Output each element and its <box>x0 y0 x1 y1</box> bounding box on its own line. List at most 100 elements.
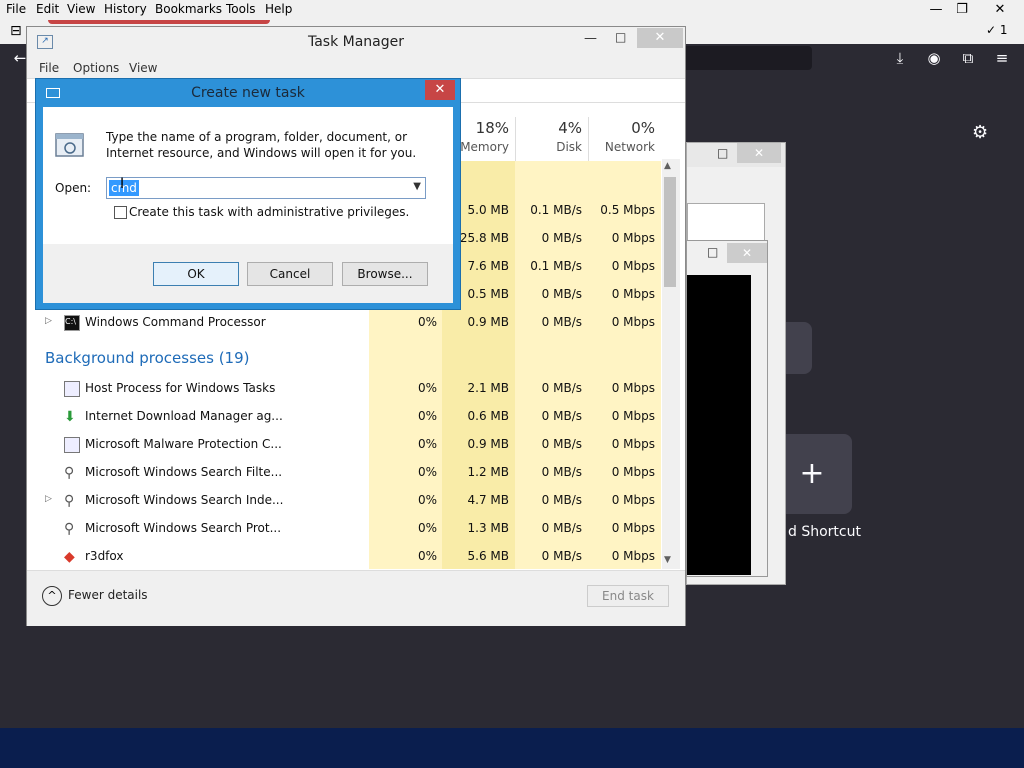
network-header-pct[interactable]: 0% <box>588 119 655 137</box>
download-icon[interactable]: ⤓ <box>888 46 912 70</box>
table-row[interactable]: ⬇ Internet Download Manager ag... 0% 0.6… <box>27 403 659 431</box>
end-task-button[interactable]: End task <box>587 585 669 607</box>
open-combobox[interactable]: cmd ▼ <box>106 177 426 199</box>
window-process-icon <box>64 381 80 397</box>
table-row[interactable]: ⚲ Microsoft Windows Search Filte... 0% 1… <box>27 459 659 487</box>
dialog-button-bar: OK Cancel Browse... <box>43 244 453 303</box>
disk-header-pct[interactable]: 4% <box>515 119 582 137</box>
chevron-down-icon[interactable]: ▼ <box>413 181 421 192</box>
close-icon[interactable]: ✕ <box>984 0 1016 20</box>
chevron-up-icon[interactable]: ^ <box>42 586 62 606</box>
background-window-titlebar: □ ✕ <box>687 143 785 167</box>
cpu-cell: 0% <box>417 381 437 395</box>
search-process-icon: ⚲ <box>64 465 75 481</box>
search-process-icon: ⚲ <box>64 521 75 537</box>
open-label: Open: <box>55 181 92 195</box>
tm-menu-view[interactable]: View <box>129 61 157 75</box>
table-row[interactable]: Microsoft Malware Protection C... 0% 0.9… <box>27 431 659 459</box>
table-row[interactable]: ▷ ⚲ Microsoft Windows Search Inde... 0% … <box>27 487 659 515</box>
create-new-task-dialog: Create new task ✕ Type the name of a pro… <box>35 78 461 310</box>
maximize-icon[interactable]: □ <box>615 30 626 44</box>
cpu-cell: 0% <box>417 549 437 563</box>
table-row[interactable]: Host Process for Windows Tasks 0% 2.1 MB… <box>27 375 659 403</box>
network-cell: 0 Mbps <box>611 493 655 507</box>
maximize-icon[interactable]: □ <box>707 245 718 259</box>
browse-button[interactable]: Browse... <box>342 262 428 286</box>
console-window[interactable]: □ ✕ <box>686 240 768 577</box>
menu-file[interactable]: File <box>6 2 26 16</box>
menu-edit[interactable]: Edit <box>36 2 59 16</box>
close-icon[interactable]: ✕ <box>637 28 683 48</box>
chevron-down-icon: ✓ <box>986 23 997 37</box>
taskbar-strip <box>0 728 1024 768</box>
table-row[interactable]: ⚲ Microsoft Windows Search Prot... 0% 1.… <box>27 515 659 543</box>
cpu-cell: 0% <box>417 465 437 479</box>
disk-cell: 0 MB/s <box>541 465 582 479</box>
background-processes-header[interactable]: Background processes (19) <box>45 349 250 367</box>
network-cell: 0 Mbps <box>611 287 655 301</box>
tab-count[interactable]: ✓ 1 <box>986 23 1008 37</box>
memory-cell: 0.9 MB <box>467 437 509 451</box>
disk-header-label[interactable]: Disk <box>515 140 582 154</box>
console-output <box>687 275 751 575</box>
disk-cell: 0 MB/s <box>541 231 582 245</box>
table-row[interactable]: ◆ r3dfox 0% 5.6 MB 0 MB/s 0 Mbps <box>27 543 659 571</box>
account-icon[interactable]: ◉ <box>922 46 946 70</box>
menu-view[interactable]: View <box>67 2 95 16</box>
process-name: Microsoft Malware Protection C... <box>85 437 282 451</box>
scroll-up-icon[interactable]: ▲ <box>664 161 671 171</box>
memory-cell: 4.7 MB <box>467 493 509 507</box>
tm-menu-options[interactable]: Options <box>73 61 119 75</box>
fewer-details-link[interactable]: Fewer details <box>68 588 148 602</box>
scrollbar-thumb[interactable] <box>664 177 676 287</box>
disk-cell: 0 MB/s <box>541 437 582 451</box>
text-cursor-icon: I <box>120 176 125 192</box>
memory-cell: 0.6 MB <box>467 409 509 423</box>
network-cell: 0 Mbps <box>611 549 655 563</box>
menu-help[interactable]: Help <box>265 2 292 16</box>
restore-icon[interactable]: ❐ <box>946 0 978 20</box>
close-icon[interactable]: ✕ <box>425 80 455 100</box>
admin-privileges-label[interactable]: Create this task with administrative pri… <box>129 205 409 219</box>
network-cell: 0 Mbps <box>611 381 655 395</box>
network-cell: 0 Mbps <box>611 231 655 245</box>
disk-cell: 0 MB/s <box>541 409 582 423</box>
menu-hamburger-icon[interactable]: ≡ <box>990 46 1014 70</box>
network-cell: 0 Mbps <box>611 315 655 329</box>
tm-menu-file[interactable]: File <box>39 61 59 75</box>
ok-button[interactable]: OK <box>153 262 239 286</box>
tab-list-icon[interactable]: ⊟ <box>10 23 22 39</box>
process-name: Internet Download Manager ag... <box>85 409 283 423</box>
admin-privileges-checkbox[interactable] <box>114 206 127 219</box>
network-cell: 0 Mbps <box>611 437 655 451</box>
maximize-icon[interactable]: □ <box>717 146 728 160</box>
background-window-input[interactable] <box>687 203 765 243</box>
table-row[interactable]: ▷ C:\ Windows Command Processor 0% 0.9 M… <box>27 309 659 337</box>
cpu-cell: 0% <box>417 493 437 507</box>
disk-cell: 0.1 MB/s <box>530 259 582 273</box>
cancel-button[interactable]: Cancel <box>247 262 333 286</box>
browser-fox-icon: ◆ <box>64 549 75 565</box>
dialog-titlebar: Create new task ✕ <box>36 79 460 107</box>
expand-arrow-icon[interactable]: ▷ <box>45 494 52 504</box>
minimize-icon[interactable]: — <box>584 31 597 46</box>
menu-tools[interactable]: Tools <box>226 2 256 16</box>
dialog-description: Type the name of a program, folder, docu… <box>106 130 417 160</box>
console-scrollbar[interactable] <box>753 275 767 575</box>
settings-gear-icon[interactable]: ⚙ <box>972 122 988 143</box>
menu-history[interactable]: History <box>104 2 147 16</box>
close-icon[interactable]: ✕ <box>727 243 767 263</box>
scroll-down-icon[interactable]: ▼ <box>664 555 671 565</box>
expand-arrow-icon[interactable]: ▷ <box>45 316 52 326</box>
close-icon[interactable]: ✕ <box>737 143 781 163</box>
network-cell: 0 Mbps <box>611 465 655 479</box>
process-list-scrollbar[interactable]: ▲ ▼ <box>662 159 680 569</box>
disk-cell: 0 MB/s <box>541 287 582 301</box>
menu-bookmarks[interactable]: Bookmarks <box>155 2 222 16</box>
program-window-icon <box>55 133 84 157</box>
network-header-label[interactable]: Network <box>588 140 655 154</box>
disk-cell: 0 MB/s <box>541 493 582 507</box>
extensions-icon[interactable]: ⧉ <box>956 46 980 70</box>
process-name: Host Process for Windows Tasks <box>85 381 276 395</box>
active-tab-indicator[interactable] <box>48 20 270 24</box>
